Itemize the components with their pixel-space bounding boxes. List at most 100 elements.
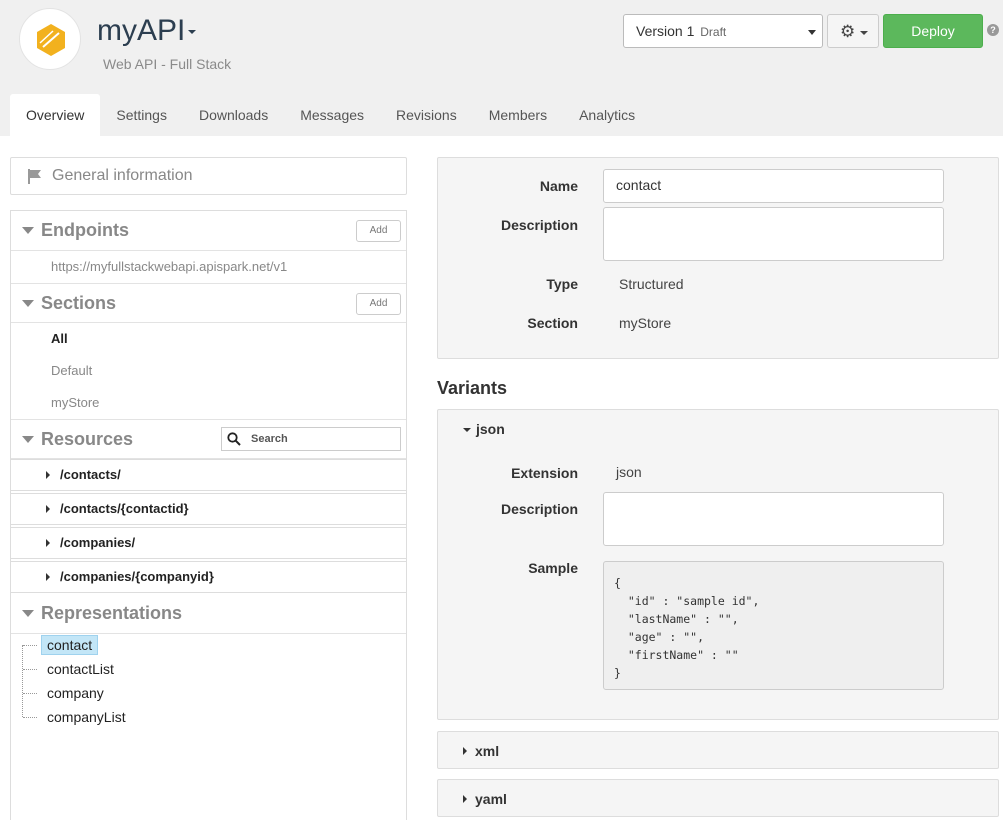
chevron-down-icon[interactable] [188, 30, 196, 34]
variant-json-panel: json Extension json Description Sample {… [437, 409, 999, 720]
general-information-label: General information [52, 167, 193, 184]
help-icon[interactable]: ? [987, 24, 999, 36]
caret-right-icon [46, 539, 50, 547]
hexagon-logo-icon [37, 24, 65, 56]
api-title[interactable]: myAPI [97, 14, 185, 48]
caret-right-icon [46, 471, 50, 479]
tree-connector [23, 717, 37, 718]
tab-analytics[interactable]: Analytics [563, 94, 651, 136]
sections-title: Sections [41, 293, 117, 313]
code-line: "firstName" : "" [614, 648, 739, 662]
gear-icon: ⚙ [840, 22, 856, 42]
variants-title: Variants [437, 378, 508, 398]
search-placeholder: Search [251, 433, 288, 445]
resource-path: /companies/{companyid} [60, 569, 214, 584]
tree-item-contactlist[interactable]: contactList [23, 658, 403, 680]
tree-connector [23, 693, 37, 694]
version-select[interactable]: Version 1 Draft [623, 14, 823, 48]
caret-down-icon [22, 436, 34, 443]
resource-path: /companies/ [60, 535, 136, 550]
extension-label: Extension [511, 465, 578, 481]
variant-description-label: Description [500, 501, 578, 517]
representations-title: Representations [41, 603, 183, 623]
tab-overview[interactable]: Overview [10, 94, 101, 136]
resource-path: /contacts/ [60, 467, 121, 482]
flag-icon [28, 169, 41, 184]
caret-right-icon [463, 747, 467, 755]
endpoints-header[interactable]: Endpoints Add [11, 211, 406, 251]
caret-down-icon [22, 227, 34, 234]
tab-bar: Overview Settings Downloads Messages Rev… [10, 94, 651, 136]
code-line: "lastName" : "", [614, 612, 739, 626]
search-icon [227, 432, 241, 446]
resource-row[interactable]: /contacts/{contactid} [11, 493, 406, 525]
caret-down-icon [22, 300, 34, 307]
description-textarea[interactable] [603, 207, 944, 261]
extension-value: json [616, 464, 642, 480]
code-line: } [614, 666, 621, 680]
resource-row[interactable]: /companies/{companyid} [11, 561, 406, 593]
tree-item-label: companyList [47, 709, 126, 725]
deploy-button[interactable]: Deploy [883, 14, 983, 48]
section-item-mystore[interactable]: myStore [51, 395, 99, 410]
chevron-down-icon [808, 30, 816, 35]
resource-row[interactable]: /companies/ [11, 527, 406, 559]
name-input[interactable]: contact [603, 169, 944, 203]
settings-menu-button[interactable]: ⚙ [827, 14, 879, 48]
variant-description-textarea[interactable] [603, 492, 944, 546]
caret-right-icon [46, 505, 50, 513]
api-subtitle: Web API - Full Stack [103, 56, 232, 72]
code-line: { [614, 576, 621, 590]
tab-members[interactable]: Members [473, 94, 563, 136]
tab-settings[interactable]: Settings [100, 94, 183, 136]
endpoint-url[interactable]: https://myfullstackwebapi.apispark.net/v… [51, 259, 287, 274]
general-information-panel[interactable]: General information [10, 157, 407, 195]
resource-row[interactable]: /contacts/ [11, 459, 406, 491]
chevron-down-icon [860, 31, 868, 35]
description-label: Description [500, 217, 578, 233]
tree-connector [23, 669, 37, 670]
sections-header[interactable]: Sections Add [11, 283, 406, 323]
tree-item-companylist[interactable]: companyList [23, 706, 403, 728]
endpoints-title: Endpoints [41, 220, 129, 240]
section-item-all[interactable]: All [51, 331, 68, 346]
variant-xml-panel[interactable]: xml [437, 731, 999, 769]
tree-item-label: company [47, 685, 104, 701]
sample-code-block[interactable]: { "id" : "sample id", "lastName" : "", "… [603, 561, 944, 690]
caret-right-icon [46, 573, 50, 581]
version-label: Version 1 [636, 23, 695, 39]
sidebar: Endpoints Add https://myfullstackwebapi.… [10, 210, 407, 820]
representation-form: Name contact Description Type Structured… [437, 157, 999, 359]
tab-revisions[interactable]: Revisions [380, 94, 473, 136]
section-label: Section [527, 315, 578, 331]
code-line: "age" : "", [614, 630, 705, 644]
add-endpoint-button[interactable]: Add [356, 220, 401, 242]
add-section-button[interactable]: Add [356, 293, 401, 315]
tree-item-company[interactable]: company [23, 682, 403, 704]
resources-title: Resources [41, 429, 134, 449]
tree-item-contact[interactable]: contact [23, 634, 403, 656]
caret-right-icon [463, 795, 467, 803]
section-value: myStore [619, 315, 672, 331]
resources-search-input[interactable]: Search [221, 427, 401, 451]
tree-item-label: contactList [47, 661, 114, 677]
code-line: "id" : "sample id", [614, 594, 760, 608]
representations-tree: contact contactList company companyList [11, 633, 406, 743]
variant-yaml-panel[interactable]: yaml [437, 779, 999, 817]
caret-down-icon [463, 428, 471, 433]
resource-path: /contacts/{contactid} [60, 501, 189, 516]
tab-messages[interactable]: Messages [284, 94, 380, 136]
variant-json-label: json [476, 421, 505, 437]
variant-xml-label: xml [475, 743, 500, 759]
variant-json-toggle[interactable]: json [463, 421, 505, 437]
version-status: Draft [700, 25, 727, 39]
tree-item-label: contact [41, 635, 99, 655]
type-value: Structured [619, 276, 684, 292]
type-label: Type [546, 276, 578, 292]
representations-header[interactable]: Representations [11, 594, 406, 634]
section-item-default[interactable]: Default [51, 363, 92, 378]
tab-downloads[interactable]: Downloads [183, 94, 284, 136]
sample-label: Sample [528, 560, 578, 576]
resources-header[interactable]: Resources Search [11, 419, 406, 459]
name-label: Name [539, 178, 578, 194]
